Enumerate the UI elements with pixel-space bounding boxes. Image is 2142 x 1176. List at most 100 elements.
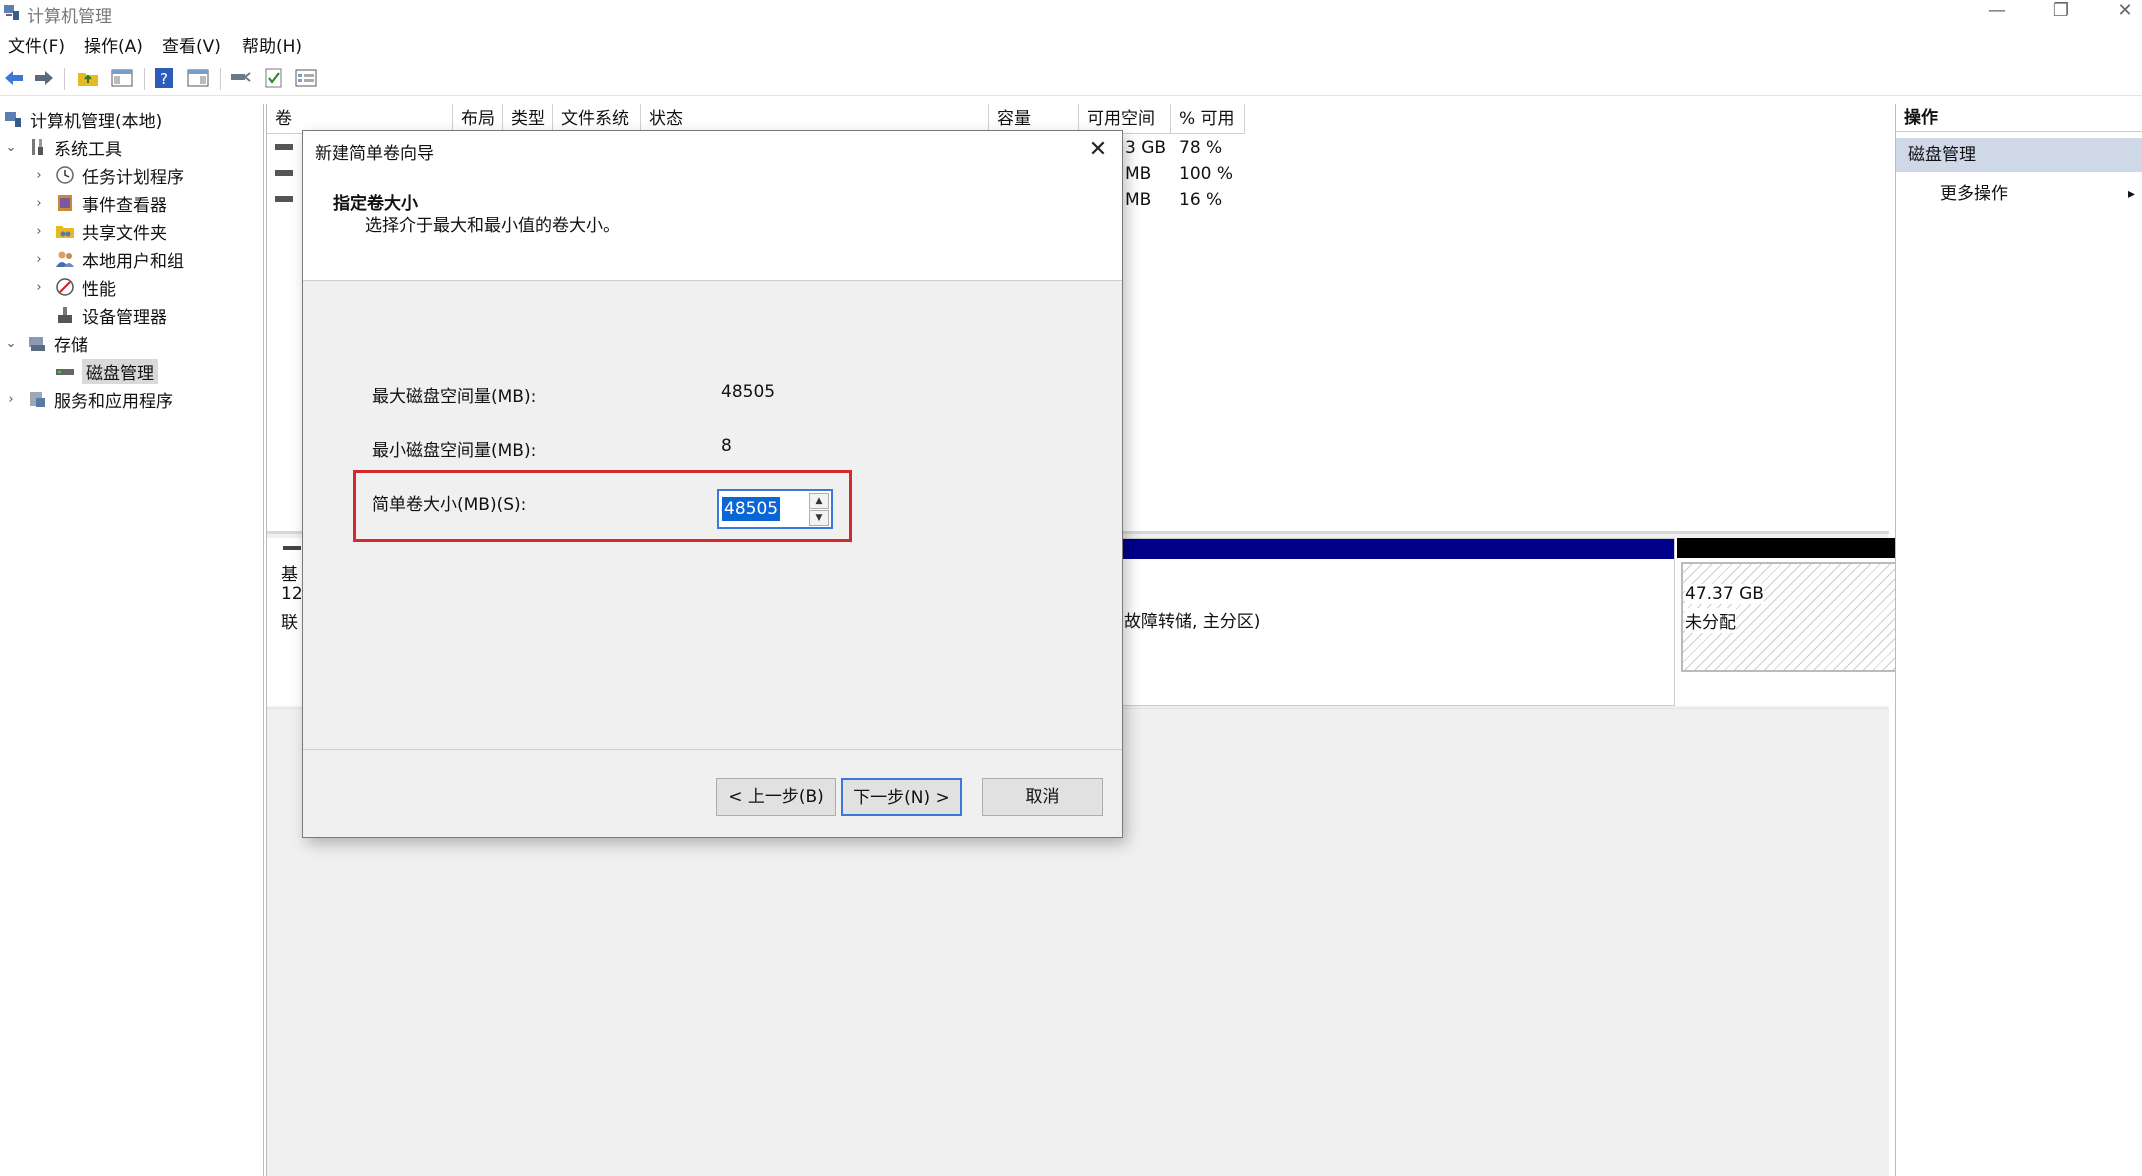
storage-icon — [26, 332, 48, 354]
cancel-button[interactable]: 取消 — [982, 778, 1103, 816]
clock-icon — [54, 164, 76, 186]
computer-management-icon — [2, 108, 24, 130]
tree-item-root[interactable]: 计算机管理(本地) — [2, 106, 162, 132]
svg-text:?: ? — [160, 70, 168, 88]
drive-icon — [275, 144, 293, 150]
primary-partition[interactable]: 故障转储, 主分区) — [1121, 538, 1675, 706]
tree-label: 共享文件夹 — [82, 223, 167, 244]
more-actions-label: 更多操作 — [1940, 184, 2008, 204]
unallocated-label: 未分配 — [1685, 608, 1736, 633]
partition-bar — [1122, 539, 1674, 559]
chevron-right-icon[interactable]: › — [4, 392, 18, 407]
toolbar-separator — [144, 68, 145, 90]
menu-help[interactable]: 帮助(H) — [242, 32, 302, 57]
percent-free-cell: 100 % — [1179, 164, 1234, 184]
volume-size-input[interactable] — [721, 496, 805, 522]
view-list-icon[interactable] — [294, 66, 318, 90]
chevron-down-icon[interactable]: ⌄ — [4, 336, 18, 351]
tree-label: 系统工具 — [54, 139, 122, 160]
column-header-percent-free[interactable]: % 可用 — [1171, 104, 1245, 134]
actions-disk-management[interactable]: 磁盘管理 — [1896, 138, 2142, 172]
max-space-value: 48505 — [721, 382, 776, 402]
menu-action[interactable]: 操作(A) — [84, 32, 143, 57]
users-icon — [54, 248, 76, 270]
restore-button[interactable]: ❐ — [2034, 0, 2088, 26]
navigation-tree: 计算机管理(本地) ⌄ 系统工具 › 任务计划程序 › 事件查看器 › 共享文件… — [0, 104, 264, 1176]
dialog-header: 新建简单卷向导 ✕ 指定卷大小 选择介于最大和最小值的卷大小。 — [303, 131, 1122, 281]
tree-item-task-scheduler[interactable]: › 任务计划程序 — [32, 162, 184, 188]
decrement-arrow-icon[interactable]: ▼ — [809, 510, 829, 526]
dialog-title: 新建简单卷向导 — [315, 144, 434, 164]
percent-free-cell: 16 % — [1179, 190, 1223, 210]
performance-gauge-icon — [54, 276, 76, 298]
properties-pane-icon[interactable] — [186, 66, 210, 90]
actions-header: 操作 — [1896, 104, 2142, 132]
volume-size-label: 简单卷大小(MB)(S): — [372, 495, 527, 515]
drive-icon — [275, 170, 293, 176]
chevron-right-icon[interactable]: › — [32, 280, 46, 295]
more-actions[interactable]: 更多操作 — [1940, 180, 2008, 208]
drive-icon — [275, 196, 293, 202]
free-space-cell: 3 GB — [1125, 138, 1167, 158]
actions-panel: 操作 磁盘管理 更多操作 ▸ — [1895, 104, 2142, 1176]
tree-item-device-manager[interactable]: 设备管理器 — [54, 302, 167, 328]
disk-status: 联 — [281, 613, 298, 633]
chevron-right-icon[interactable]: › — [32, 196, 46, 211]
chevron-right-icon[interactable]: ▸ — [2128, 180, 2135, 208]
chevron-right-icon[interactable]: › — [32, 168, 46, 183]
volume-size-stepper[interactable]: 48505 ▲ ▼ — [717, 489, 833, 529]
tree-item-shared-folders[interactable]: › 共享文件夹 — [32, 218, 167, 244]
folder-up-icon[interactable] — [76, 66, 100, 90]
menu-view[interactable]: 查看(V) — [162, 32, 221, 57]
tree-label: 磁盘管理 — [82, 358, 158, 384]
menu-bar: 文件(F) 操作(A) 查看(V) 帮助(H) — [0, 30, 2142, 58]
disk-label: 基 — [281, 565, 298, 585]
device-manager-icon — [54, 304, 76, 326]
tree-item-services-apps[interactable]: › 服务和应用程序 — [4, 386, 173, 412]
toolbar-separator — [220, 68, 221, 90]
chevron-right-icon[interactable]: › — [32, 252, 46, 267]
new-simple-volume-wizard: 新建简单卷向导 ✕ 指定卷大小 选择介于最大和最小值的卷大小。 最大磁盘空间量(… — [302, 130, 1123, 838]
tree-label: 服务和应用程序 — [54, 391, 173, 412]
next-button[interactable]: 下一步(N) > — [841, 778, 962, 816]
tree-label: 事件查看器 — [82, 195, 167, 216]
tools-icon — [26, 136, 48, 158]
help-icon[interactable]: ? — [152, 66, 176, 90]
tree-label: 存储 — [54, 335, 88, 356]
shared-folder-icon — [54, 220, 76, 242]
forward-arrow-icon[interactable] — [32, 66, 56, 90]
tree-label: 任务计划程序 — [82, 167, 184, 188]
back-button[interactable]: < 上一步(B) — [716, 778, 836, 816]
dialog-subheading: 选择介于最大和最小值的卷大小。 — [365, 216, 620, 236]
minimize-button[interactable]: — — [1970, 0, 2024, 26]
checklist-icon[interactable] — [262, 66, 286, 90]
connect-drive-icon[interactable] — [228, 66, 252, 90]
tree-item-event-viewer[interactable]: › 事件查看器 — [32, 190, 167, 216]
tree-label: 设备管理器 — [82, 307, 167, 328]
partition-status: 故障转储, 主分区) — [1124, 612, 1261, 632]
computer-management-icon — [4, 5, 19, 20]
footer-divider — [303, 749, 1122, 750]
toolbar: ? — [0, 62, 2142, 96]
chevron-right-icon[interactable]: › — [32, 224, 46, 239]
tree-item-storage[interactable]: ⌄ 存储 — [4, 330, 88, 356]
back-arrow-icon[interactable] — [2, 66, 26, 90]
title-bar: 计算机管理 — ❐ ✕ — [0, 0, 2142, 28]
services-icon — [26, 388, 48, 410]
event-log-icon — [54, 192, 76, 214]
tree-item-system-tools[interactable]: ⌄ 系统工具 — [4, 134, 122, 160]
increment-arrow-icon[interactable]: ▲ — [809, 493, 829, 509]
close-icon[interactable]: ✕ — [1083, 135, 1113, 165]
unallocated-size: 47.37 GB — [1685, 584, 1764, 604]
chevron-down-icon[interactable]: ⌄ — [4, 140, 18, 155]
close-window-button[interactable]: ✕ — [2098, 0, 2142, 26]
toolbar-separator — [64, 68, 65, 90]
tree-item-disk-management[interactable]: 磁盘管理 — [54, 358, 158, 384]
tree-label: 本地用户和组 — [82, 251, 184, 272]
tree-item-local-users[interactable]: › 本地用户和组 — [32, 246, 184, 272]
tree-label: 计算机管理(本地) — [30, 111, 163, 132]
window-title: 计算机管理 — [27, 7, 112, 27]
tree-item-performance[interactable]: › 性能 — [32, 274, 116, 300]
show-hide-tree-icon[interactable] — [110, 66, 134, 90]
menu-file[interactable]: 文件(F) — [8, 32, 65, 57]
